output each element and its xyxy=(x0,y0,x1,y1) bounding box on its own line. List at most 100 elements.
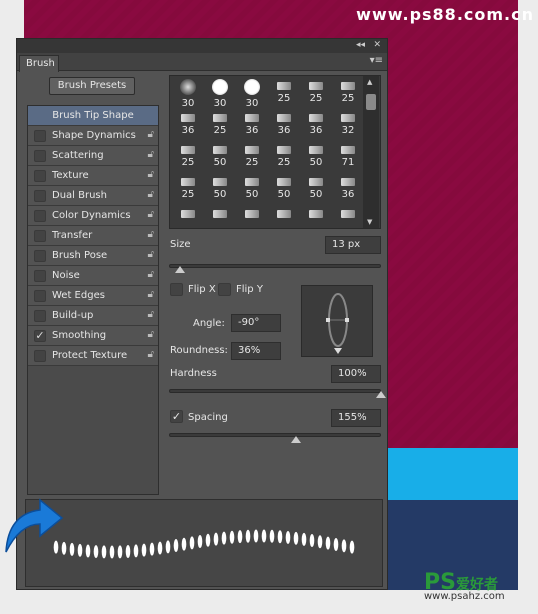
lock-icon[interactable]: 🔓︎ xyxy=(148,169,154,180)
item-checkbox[interactable] xyxy=(34,270,46,282)
brush-tip[interactable]: 25 xyxy=(300,78,332,110)
spacing-checkbox[interactable]: ✓ xyxy=(170,410,183,423)
brush-tip-icon xyxy=(181,146,195,154)
brush-tip[interactable]: 50 xyxy=(300,142,332,174)
roundness-input[interactable]: 36% xyxy=(231,342,281,360)
brush-tip[interactable]: 25 xyxy=(268,142,300,174)
brush-tip[interactable]: 50 xyxy=(268,174,300,206)
brush-tip[interactable]: 50 xyxy=(236,174,268,206)
lock-icon[interactable]: 🔓︎ xyxy=(148,269,154,280)
item-label: Wet Edges xyxy=(52,290,105,301)
size-slider-knob[interactable] xyxy=(174,266,185,273)
brush-tip-size: 36 xyxy=(309,125,323,136)
flip-x-checkbox[interactable] xyxy=(170,283,183,296)
lock-icon[interactable]: 🔓︎ xyxy=(148,349,154,360)
item-checkbox[interactable]: ✓ xyxy=(34,330,46,342)
item-checkbox[interactable] xyxy=(34,150,46,162)
brush-tip[interactable]: 36 xyxy=(236,110,268,142)
item-checkbox[interactable] xyxy=(34,190,46,202)
collapse-icon[interactable]: ◂◂ xyxy=(356,40,365,50)
brush-tip[interactable]: 25 xyxy=(172,174,204,206)
item-checkbox[interactable] xyxy=(34,170,46,182)
grid-scrollbar[interactable]: ▲ ▼ xyxy=(363,76,379,228)
brush-tip[interactable]: 71 xyxy=(332,142,364,174)
size-slider[interactable] xyxy=(169,264,381,268)
brush-tip[interactable]: 50 xyxy=(300,174,332,206)
brush-presets-button[interactable]: Brush Presets xyxy=(49,77,135,95)
brush-tip[interactable]: 25 xyxy=(332,78,364,110)
size-input[interactable]: 13 px xyxy=(325,236,381,254)
settings-item-brush-pose[interactable]: Brush Pose 🔓︎ xyxy=(28,246,158,266)
settings-item-noise[interactable]: Noise 🔓︎ xyxy=(28,266,158,286)
brush-tip[interactable]: 50 xyxy=(204,174,236,206)
brush-dab xyxy=(309,534,315,548)
brush-tip[interactable] xyxy=(236,206,268,228)
lock-icon[interactable]: 🔓︎ xyxy=(148,209,154,220)
ellipse-icon xyxy=(326,293,349,354)
brush-tip[interactable]: 36 xyxy=(172,110,204,142)
scroll-up-icon[interactable]: ▲ xyxy=(367,78,372,86)
tab-brush[interactable]: Brush xyxy=(19,55,59,72)
settings-item-brush-tip-shape[interactable]: Brush Tip Shape xyxy=(28,106,158,126)
lock-icon[interactable]: 🔓︎ xyxy=(148,289,154,300)
lock-icon[interactable]: 🔓︎ xyxy=(148,129,154,140)
settings-item-color-dynamics[interactable]: Color Dynamics 🔓︎ xyxy=(28,206,158,226)
settings-item-shape-dynamics[interactable]: Shape Dynamics 🔓︎ xyxy=(28,126,158,146)
settings-item-protect-texture[interactable]: Protect Texture 🔓︎ xyxy=(28,346,158,366)
item-checkbox[interactable] xyxy=(34,310,46,322)
brush-tip[interactable]: 25 xyxy=(172,142,204,174)
item-checkbox[interactable] xyxy=(34,210,46,222)
brush-tip[interactable]: 30 xyxy=(204,78,236,110)
flip-y-checkbox[interactable] xyxy=(218,283,231,296)
settings-item-transfer[interactable]: Transfer 🔓︎ xyxy=(28,226,158,246)
item-checkbox[interactable] xyxy=(34,130,46,142)
brush-tip[interactable]: 36 xyxy=(268,110,300,142)
brush-tip[interactable]: 50 xyxy=(204,142,236,174)
item-checkbox[interactable] xyxy=(34,290,46,302)
brush-tip[interactable]: 25 xyxy=(236,142,268,174)
brush-tip-size: 30 xyxy=(213,98,227,109)
settings-item-build-up[interactable]: Build-up 🔓︎ xyxy=(28,306,158,326)
lock-icon[interactable]: 🔓︎ xyxy=(148,329,154,340)
brush-tip-icon xyxy=(341,146,355,154)
brush-tip[interactable]: 30 xyxy=(172,78,204,110)
brush-tip[interactable]: 25 xyxy=(204,110,236,142)
brush-tip[interactable]: 30 xyxy=(236,78,268,110)
angle-input[interactable]: -90° xyxy=(231,314,281,332)
scroll-thumb[interactable] xyxy=(366,94,376,110)
brush-tip[interactable]: 32 xyxy=(332,110,364,142)
settings-item-texture[interactable]: Texture 🔓︎ xyxy=(28,166,158,186)
brush-dab xyxy=(237,530,243,544)
lock-icon[interactable]: 🔓︎ xyxy=(148,149,154,160)
spacing-slider[interactable] xyxy=(169,433,381,437)
close-icon[interactable]: ✕ xyxy=(373,40,381,50)
hardness-slider[interactable] xyxy=(169,389,381,393)
brush-tip[interactable]: 36 xyxy=(300,110,332,142)
settings-item-dual-brush[interactable]: Dual Brush 🔓︎ xyxy=(28,186,158,206)
brush-tip[interactable]: 25 xyxy=(268,78,300,110)
spacing-input[interactable]: 155% xyxy=(331,409,381,427)
panel-titlebar: ◂◂ ✕ xyxy=(17,39,387,53)
settings-item-scattering[interactable]: Scattering 🔓︎ xyxy=(28,146,158,166)
item-checkbox[interactable] xyxy=(34,250,46,262)
lock-icon[interactable]: 🔓︎ xyxy=(148,249,154,260)
lock-icon[interactable]: 🔓︎ xyxy=(148,229,154,240)
scroll-down-icon[interactable]: ▼ xyxy=(367,218,372,226)
item-checkbox[interactable] xyxy=(34,230,46,242)
brush-tip[interactable] xyxy=(204,206,236,228)
angle-roundness-widget[interactable] xyxy=(301,285,373,357)
brush-tip[interactable] xyxy=(332,206,364,228)
brush-tip[interactable] xyxy=(172,206,204,228)
item-checkbox[interactable] xyxy=(34,350,46,362)
settings-item-wet-edges[interactable]: Wet Edges 🔓︎ xyxy=(28,286,158,306)
brush-tip[interactable]: 36 xyxy=(332,174,364,206)
spacing-slider-knob[interactable] xyxy=(291,436,302,443)
brush-tip[interactable] xyxy=(300,206,332,228)
panel-menu-icon[interactable]: ▾≡ xyxy=(370,55,383,66)
hardness-slider-knob[interactable] xyxy=(376,391,386,398)
settings-item-smoothing[interactable]: ✓ Smoothing 🔓︎ xyxy=(28,326,158,346)
hardness-input[interactable]: 100% xyxy=(331,365,381,383)
brush-tip[interactable] xyxy=(268,206,300,228)
lock-icon[interactable]: 🔓︎ xyxy=(148,309,154,320)
lock-icon[interactable]: 🔓︎ xyxy=(148,189,154,200)
